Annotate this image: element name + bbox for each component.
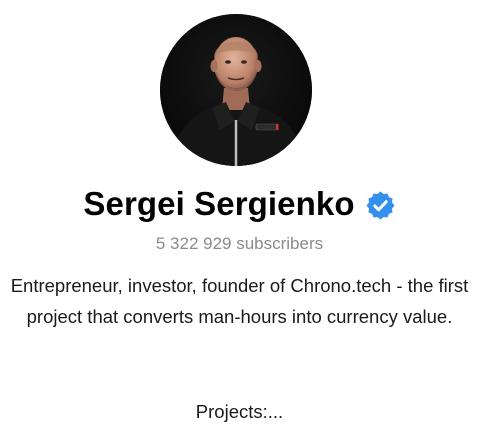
projects-text[interactable]: Projects:... [0, 396, 479, 427]
channel-description: Entrepreneur, investor, founder of Chron… [10, 275, 469, 327]
avatar-photo [160, 14, 312, 166]
channel-profile: Sergei Sergienko 5 322 929 subscribers E… [0, 0, 479, 444]
name-row: Sergei Sergienko [0, 184, 479, 224]
avatar[interactable] [160, 14, 312, 166]
verified-badge-icon [365, 190, 396, 221]
channel-name: Sergei Sergienko [83, 185, 355, 222]
subscriber-count: 5 322 929 subscribers [155, 234, 324, 253]
